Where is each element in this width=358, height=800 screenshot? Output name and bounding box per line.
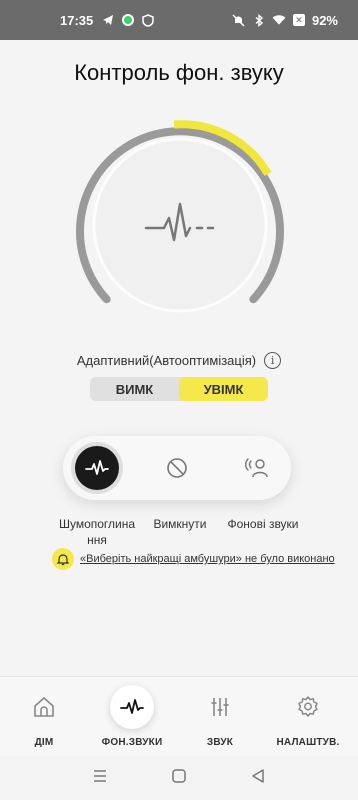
adaptive-row: Адаптивний(Автооптимізація) i [0,352,358,369]
mode-label-noise-cancel: Шумопоглина ння [58,517,136,547]
adaptive-toggle[interactable]: ВИМК УВІМК [90,377,268,401]
nav-settings-label: НАЛАШТУВ. [276,737,340,748]
nav-ambient[interactable]: ФОН.ЗВУКИ [92,685,172,748]
system-nav [0,756,358,800]
battery-percent: 92% [311,12,338,28]
mode-off-button[interactable] [155,446,199,490]
gear-icon [286,685,330,729]
status-time: 17:35 [60,12,94,28]
equalizer-icon [198,685,242,729]
recents-icon[interactable] [92,769,108,788]
mode-label-off: Вимкнути [153,517,207,531]
waveform-icon [110,685,154,729]
adaptive-label: Адаптивний(Автооптимізація) [76,353,257,368]
home-nav-icon[interactable] [171,768,187,789]
back-icon[interactable] [250,768,266,789]
bell-icon [52,548,74,570]
bottom-nav: ДІМ ФОН.ЗВУКИ ЗВУК НАЛАШТУВ. [0,676,358,756]
vpn-shield-icon [141,13,155,27]
nav-settings[interactable]: НАЛАШТУВ. [268,685,348,748]
noise-level-dial[interactable] [60,110,300,320]
noise-cancel-icon [85,460,109,475]
mode-ambient-button[interactable] [235,446,279,490]
nav-sound[interactable]: ЗВУК [180,685,260,748]
mode-selector [63,436,291,500]
page-title: Контроль фон. звуку [74,60,284,85]
home-icon [22,685,66,729]
nav-home[interactable]: ДІМ [4,685,84,748]
bluetooth-icon [252,13,266,27]
status-bar: 17:35 ✕ 92% [0,0,358,40]
toggle-on-option[interactable]: УВІМК [179,377,268,401]
mute-icon [232,13,246,27]
off-icon [167,458,187,478]
battery-saver-icon: ✕ [292,13,306,27]
nav-ambient-label: ФОН.ЗВУКИ [101,737,163,748]
wifi-icon [272,13,286,27]
mode-noise-cancel-button[interactable] [75,446,119,490]
ambient-sound-icon [245,458,268,478]
whatsapp-icon [121,13,135,27]
nav-sound-label: ЗВУК [206,737,234,748]
notice-link[interactable]: «Виберіть найкращі амбушури» не було вик… [80,553,335,565]
mode-label-ambient: Фонові звуки [227,517,299,531]
telegram-icon [101,13,115,27]
earbud-fit-notice[interactable]: «Виберіть найкращі амбушури» не було вик… [52,548,342,570]
toggle-off-option[interactable]: ВИМК [90,377,179,401]
nav-home-label: ДІМ [34,737,54,748]
info-icon[interactable]: i [264,352,282,369]
